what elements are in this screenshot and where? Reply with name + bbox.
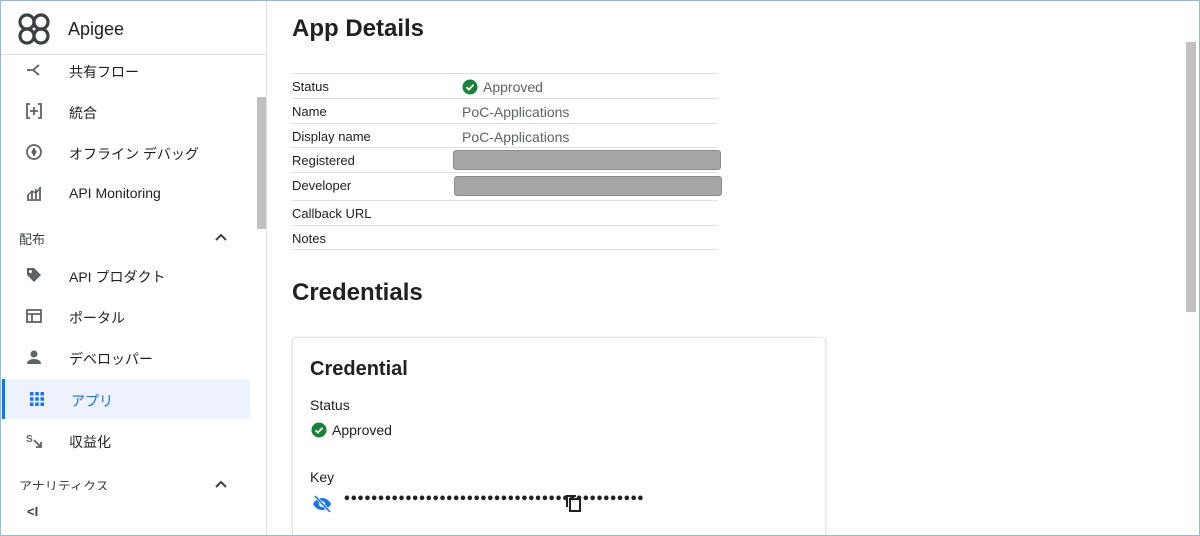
main-content: App Details Status Approved Name PoC-App…: [268, 1, 1186, 535]
offline-debug-icon: [26, 144, 42, 160]
credential-key-label: Key: [310, 469, 335, 485]
credential-title: Credential: [310, 358, 408, 380]
sidebar-item-portals[interactable]: ポータル: [3, 296, 251, 336]
api-monitoring-icon: [26, 186, 42, 201]
sidebar-item-developers[interactable]: デベロッパー: [3, 337, 251, 377]
detail-label: Developer: [292, 178, 352, 194]
section-label: アナリティクス: [19, 479, 109, 490]
name-value: PoC-Applications: [462, 103, 570, 120]
sidebar-item-label: 共有フロー: [69, 64, 139, 80]
integration-icon: [26, 103, 42, 119]
app-details-table: Status Approved Name PoC-Applications Di…: [292, 73, 722, 250]
detail-row-name: Name PoC-Applications: [292, 97, 718, 123]
display-name-value: PoC-Applications: [462, 128, 570, 145]
sidebar-item-label: アプリ: [71, 393, 113, 409]
detail-label: Registered: [292, 153, 355, 169]
page-scrollbar[interactable]: [1186, 42, 1196, 312]
detail-row-display-name: Display name PoC-Applications: [292, 122, 718, 148]
sidebar-scrollbar[interactable]: [257, 97, 266, 229]
sidebar-item-shared-flows[interactable]: 共有フロー: [3, 50, 251, 90]
redacted-value: [454, 176, 722, 197]
sidebar-item-apps[interactable]: アプリ: [2, 379, 250, 419]
app-name: Apigee: [68, 19, 125, 39]
sidebar-item-label: ポータル: [69, 310, 125, 326]
collapse-sidebar-button[interactable]: <I: [27, 504, 43, 520]
person-icon: [27, 350, 41, 364]
svg-text:S: S: [26, 434, 33, 445]
credential-status-label: Status: [310, 397, 350, 413]
detail-label: Notes: [292, 230, 326, 246]
section-analytics-header[interactable]: アナリティクス: [3, 466, 251, 490]
status-text: Approved: [332, 422, 392, 438]
detail-row-status: Status Approved: [292, 73, 718, 98]
detail-row-notes: Notes: [292, 224, 718, 250]
sidebar-item-label: 統合: [69, 105, 97, 121]
section-label: 配布: [19, 232, 46, 247]
key-masked-value: ••••••••••••••••••••••••••••••••••••••••…: [343, 492, 644, 507]
detail-label: Display name: [292, 128, 371, 144]
copy-icon[interactable]: [565, 494, 583, 512]
portal-icon: [26, 309, 42, 323]
brand-header: Apigee: [1, 1, 266, 55]
chevron-up-icon[interactable]: [213, 229, 229, 245]
sidebar: Apigee 共有フロー 統合 オフライン デバッグ API Monitorin…: [1, 1, 267, 535]
tag-icon: [27, 268, 41, 282]
sidebar-item-offline-debug[interactable]: オフライン デバッグ: [3, 132, 251, 172]
sidebar-item-label: API プロダクト: [69, 269, 166, 285]
detail-label: Name: [292, 103, 327, 119]
sidebar-item-integration[interactable]: 統合: [3, 91, 251, 131]
visibility-off-icon[interactable]: [312, 494, 332, 514]
status-value: Approved: [462, 79, 543, 95]
credential-status-value: Approved: [311, 422, 392, 438]
apps-grid-icon: [30, 392, 44, 406]
sidebar-item-label: 収益化: [69, 434, 111, 450]
redacted-value: [453, 150, 721, 171]
page-title: App Details: [292, 15, 425, 42]
sidebar-item-label: デベロッパー: [69, 351, 153, 367]
monetization-icon: S: [26, 434, 42, 448]
sidebar-item-label: API Monitoring: [69, 185, 161, 201]
check-circle-icon: [311, 422, 327, 438]
detail-row-registered: Registered: [292, 147, 721, 172]
status-text: Approved: [483, 79, 543, 95]
apigee-logo-icon[interactable]: [17, 12, 51, 46]
detail-label: Status: [292, 79, 329, 94]
shared-flow-icon: [27, 64, 40, 76]
check-circle-icon: [462, 79, 478, 95]
sidebar-item-api-products[interactable]: API プロダクト: [3, 255, 251, 295]
sidebar-item-monetization[interactable]: S 収益化: [3, 420, 251, 460]
sidebar-item-api-monitoring[interactable]: API Monitoring: [3, 173, 251, 213]
chevron-up-icon[interactable]: [213, 476, 229, 490]
credentials-heading: Credentials: [292, 279, 423, 306]
detail-row-callback-url: Callback URL: [292, 200, 718, 225]
detail-row-developer: Developer: [292, 172, 722, 200]
sidebar-item-label: オフライン デバッグ: [69, 146, 199, 162]
detail-label: Callback URL: [292, 206, 372, 222]
section-distribution-header[interactable]: 配布: [3, 219, 251, 255]
credential-card: Credential Status Approved Key •••••••••…: [292, 337, 826, 535]
